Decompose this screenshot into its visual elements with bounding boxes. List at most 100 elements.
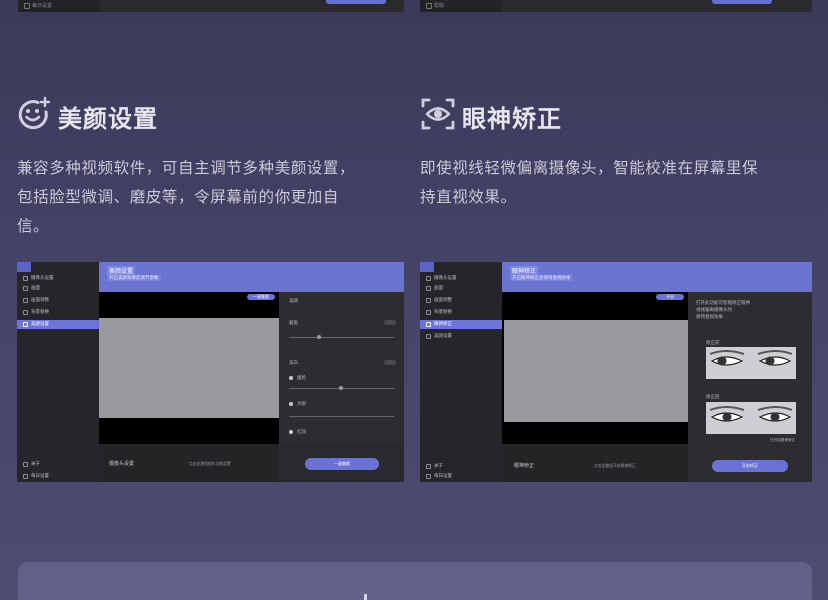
top-left-screenshot: 每日设置 — [18, 0, 404, 12]
bottom-note: 点击此按钮保存当前设置 — [189, 461, 231, 466]
panel-label: 瘦脸 — [297, 376, 306, 381]
eye-slider[interactable] — [289, 416, 394, 417]
radio-icon[interactable] — [289, 376, 293, 380]
sidebar-item-beauty[interactable]: 美颜设置 — [17, 320, 99, 329]
settings-icon — [426, 3, 432, 9]
whitening-toggle[interactable] — [384, 360, 396, 365]
panel-label: 美白 — [289, 361, 298, 366]
gaze-header: 眼神矫正 开启眼神矫正后保持直视效果 — [502, 262, 812, 292]
after-label: 矫正后 — [706, 395, 720, 400]
eyes-before-image — [706, 347, 796, 379]
sidebar-item-gaze[interactable]: 眼神矫正 — [420, 320, 502, 329]
adjust-icon — [426, 298, 431, 303]
camera-preview — [504, 320, 688, 422]
top-left-button[interactable] — [326, 0, 386, 4]
settings-icon — [23, 474, 28, 479]
gaze-panel: 打开此功能可智能矫正眼神 视线偏离摄像头时 保持直视效果 矫正前 矫正后 已开启… — [688, 292, 812, 482]
gaze-header-subtitle: 开启眼神矫正后保持直视效果 — [510, 275, 573, 281]
beauty-title: 美颜设置 — [58, 105, 158, 133]
beauty-bottom-bar: 摄像头设置 点击此按钮保存当前设置 — [99, 444, 279, 482]
eyes-after-image — [706, 402, 796, 434]
settings-icon — [24, 3, 30, 9]
beauty-screenshot: 摄像头设置 画面 画面调整 背景替换 美颜设置 关于 每日设置 美颜设置 开启美… — [17, 262, 404, 482]
sidebar-item-settings[interactable]: 每日设置 — [17, 472, 99, 481]
sidebar-item-background[interactable]: 背景替换 — [17, 308, 99, 317]
top-right-button[interactable] — [712, 0, 772, 4]
background-icon — [23, 310, 28, 315]
top-left-sidebar: 每日设置 — [18, 0, 100, 12]
before-label: 矫正前 — [706, 341, 720, 346]
bottom-label: 摄像头设置 — [109, 461, 135, 467]
beauty-panel: 美颜 磨皮 美白 瘦脸 大眼 红润 — [279, 292, 404, 444]
sidebar-item-background[interactable]: 背景替换 — [420, 308, 502, 317]
beauty-header-subtitle: 开启美颜效果后调节参数 — [107, 275, 161, 281]
sidebar-item-about[interactable]: 关于 — [17, 460, 99, 469]
top-right-sidebar: 帮助 — [420, 0, 502, 12]
beauty-desc-line: 兼容多种视频软件，可自主调节多种美颜设置， — [17, 159, 356, 177]
enable-gaze-button[interactable]: 开启矫正 — [712, 460, 788, 472]
gaze-desc-line: 持直视效果。 — [420, 188, 517, 206]
eye-focus-icon — [421, 98, 455, 130]
picture-icon — [426, 286, 431, 291]
eyes-before-illustration — [706, 347, 796, 379]
eye-icon — [426, 322, 431, 327]
app-logo — [17, 262, 31, 272]
slider-handle[interactable] — [339, 386, 343, 390]
sidebar-item-adjust[interactable]: 画面调整 — [420, 296, 502, 305]
settings-icon — [426, 474, 431, 479]
beauty-header-title: 美颜设置 — [107, 266, 136, 275]
sidebar-item-picture[interactable]: 画面 — [420, 284, 502, 293]
sidebar-item-camera[interactable]: 摄像头设置 — [17, 274, 99, 283]
background-icon — [426, 310, 431, 315]
smoothing-slider[interactable] — [289, 337, 394, 338]
apply-beauty-button[interactable]: 一键美颜 — [305, 458, 379, 470]
gaze-header-title: 眼神矫正 — [510, 266, 539, 275]
beauty-desc-line: 信。 — [17, 217, 50, 235]
beauty-desc-line: 包括脸型微调、磨皮等，令屏幕前的你更加自 — [17, 188, 340, 206]
sidebar-item-camera[interactable]: 摄像头设置 — [420, 274, 502, 283]
after-note: 已开启眼神矫正 — [770, 438, 796, 442]
panel-title: 美颜 — [289, 299, 298, 304]
top-right-sidebar-label: 帮助 — [434, 3, 445, 9]
sidebar-item-beauty[interactable]: 美颜设置 — [420, 332, 502, 341]
top-gaze-button[interactable]: 开启 — [656, 294, 684, 300]
smile-sparkle-icon — [18, 96, 51, 130]
beauty-sidebar: 摄像头设置 画面 画面调整 背景替换 美颜设置 关于 每日设置 — [17, 262, 99, 482]
gaze-title: 眼神矫正 — [462, 105, 562, 133]
panel-label: 大眼 — [297, 402, 306, 407]
panel-label: 红润 — [297, 430, 306, 435]
gaze-bottom-bar: 眼神矫正 点击此按钮开启眼神矫正 — [502, 444, 688, 482]
sidebar-item-settings[interactable]: 每日设置 — [420, 472, 502, 481]
camera-icon — [23, 276, 28, 281]
camera-preview — [99, 318, 279, 418]
slider-handle[interactable] — [317, 335, 321, 339]
sidebar-item-adjust[interactable]: 画面调整 — [17, 296, 99, 305]
bottom-label: 眼神矫正 — [514, 463, 535, 469]
beauty-header: 美颜设置 开启美颜效果后调节参数 — [99, 262, 404, 292]
beauty-icon — [23, 322, 28, 327]
radio-icon[interactable] — [289, 402, 293, 406]
picture-icon — [23, 286, 28, 291]
top-left-sidebar-label: 每日设置 — [32, 3, 53, 9]
radio-icon[interactable] — [289, 430, 293, 434]
gaze-screenshot: 摄像头设置 画面 画面调整 背景替换 眼神矫正 美颜设置 关于 每日设置 眼神矫… — [420, 262, 812, 482]
smoothing-toggle[interactable] — [384, 320, 396, 325]
top-beauty-button[interactable]: 一键美颜 — [247, 294, 275, 300]
panel-label: 磨皮 — [289, 321, 298, 326]
info-icon — [426, 464, 431, 469]
panel-line: 保持直视效果 — [696, 315, 723, 320]
beauty-description: 兼容多种视频软件，可自主调节多种美颜设置， 包括脸型微调、磨皮等，令屏幕前的你更… — [17, 154, 407, 241]
sidebar-item-picture[interactable]: 画面 — [17, 284, 99, 293]
gaze-desc-line: 即使视线轻微偏离摄像头，智能校准在屏幕里保 — [420, 159, 759, 177]
adjust-icon — [23, 298, 28, 303]
camera-icon — [426, 276, 431, 281]
app-logo — [420, 262, 434, 272]
bottom-card — [18, 562, 812, 600]
sidebar-item-about[interactable]: 关于 — [420, 462, 502, 471]
top-right-screenshot: 帮助 — [420, 0, 812, 12]
eyes-after-illustration — [706, 402, 796, 434]
info-icon — [23, 462, 28, 467]
card-marker-icon — [364, 594, 367, 600]
panel-line: 视线偏离摄像头时 — [696, 308, 732, 313]
panel-line: 打开此功能可智能矫正眼神 — [696, 301, 750, 306]
